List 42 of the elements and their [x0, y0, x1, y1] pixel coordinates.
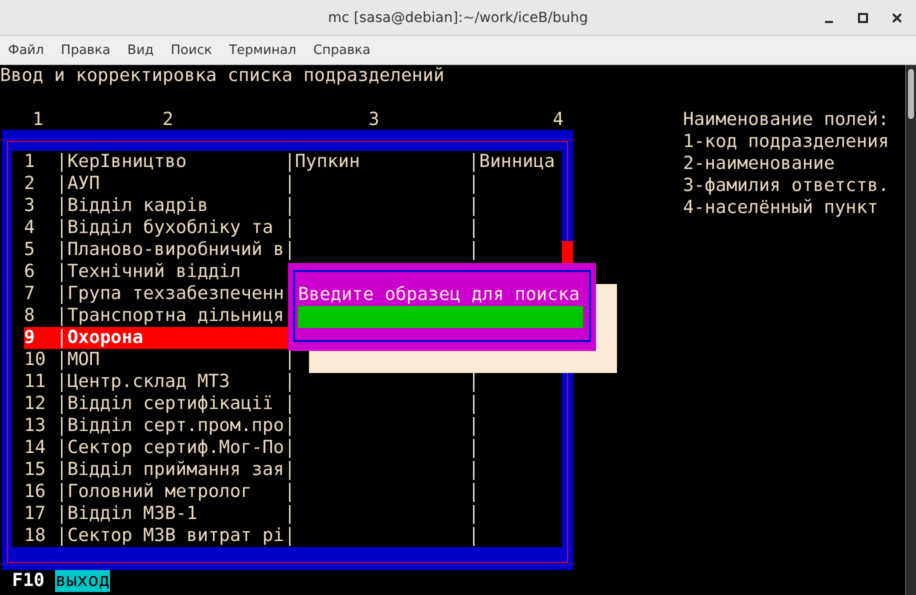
table-cell-text: 7: [24, 283, 36, 305]
menu-item[interactable]: Вид: [127, 42, 154, 58]
menu-item[interactable]: Поиск: [170, 42, 212, 58]
table-cell-text: 4: [24, 217, 36, 239]
screen-heading: Ввод и корректировка списка подразделений: [0, 65, 446, 87]
column-number: 2: [162, 109, 174, 131]
table-cell-text: 6: [24, 261, 36, 283]
menu-item[interactable]: Терминал: [228, 42, 296, 58]
menu-item[interactable]: Справка: [313, 42, 370, 58]
menu-item[interactable]: Правка: [60, 42, 110, 58]
table-cell-text: 15: [24, 459, 47, 481]
legend-line: 4-населённый пункт: [683, 197, 880, 219]
table-cell-text: 2: [24, 173, 36, 195]
dialog-prompt: Введите образец для поиска: [298, 284, 581, 306]
scrollbar[interactable]: [905, 65, 916, 595]
table-cell-text: 10: [24, 349, 47, 371]
table-cell-text: 17: [24, 503, 47, 525]
column-number: 4: [552, 109, 564, 131]
exit-button[interactable]: выход: [55, 570, 110, 592]
menu-item[interactable]: Файл: [8, 42, 44, 58]
table-cell-text: 14: [24, 437, 47, 459]
legend-line: 3-фамилия ответств.: [683, 175, 889, 197]
legend-line: 2-наименование: [683, 153, 836, 175]
maximize-icon[interactable]: [858, 13, 868, 23]
legend-line: Наименование полей:: [683, 109, 889, 131]
table-cell-text: 8: [24, 305, 36, 327]
search-field[interactable]: [298, 306, 583, 328]
table-cell-text: 12: [24, 393, 47, 415]
table-cell-text: 9: [24, 327, 36, 349]
table-cell-text: 18: [24, 525, 47, 547]
window-title: mc [sasa@debian]:~/work/iceB/buhg: [328, 10, 588, 26]
table-cell-text: 13: [24, 415, 47, 437]
table-cell-text: 3: [24, 195, 36, 217]
close-icon[interactable]: [892, 13, 902, 23]
column-number: 1: [32, 109, 44, 131]
column-number: 3: [368, 109, 380, 131]
table-cell-text: 16: [24, 481, 47, 503]
table-cell-text: 5: [24, 239, 36, 261]
table-cell-text: 11: [24, 371, 47, 393]
function-key: F10: [12, 570, 56, 592]
table-cell-text: 1: [24, 151, 36, 173]
legend-line: 1-код подразделения: [683, 131, 889, 153]
